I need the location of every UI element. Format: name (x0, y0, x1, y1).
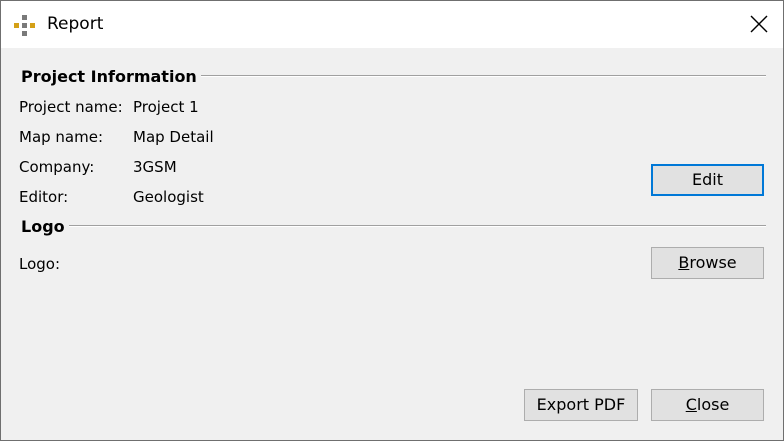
edit-button[interactable]: Edit (651, 164, 764, 196)
report-dialog: Report Project Information Project name:… (0, 0, 784, 441)
project-section-title: Project Information (21, 67, 201, 86)
project-name-label: Project name: (19, 98, 123, 116)
company-value: 3GSM (133, 158, 177, 176)
company-label: Company: (19, 158, 95, 176)
map-name-value: Map Detail (133, 128, 214, 146)
project-section-divider (196, 75, 766, 77)
export-pdf-button[interactable]: Export PDF (524, 389, 638, 421)
title-bar: Report (1, 1, 783, 48)
browse-button-label: rowse (689, 253, 737, 272)
close-button-label: lose (696, 395, 730, 414)
close-button[interactable]: Close (651, 389, 764, 421)
logo-label: Logo: (19, 255, 61, 273)
editor-label: Editor: (19, 188, 69, 206)
close-mnemonic: C (685, 395, 697, 414)
logo-section-title: Logo (21, 217, 69, 236)
window-title: Report (47, 14, 104, 34)
browse-mnemonic: B (678, 253, 690, 272)
browse-button[interactable]: Browse (651, 247, 764, 279)
close-icon[interactable] (745, 10, 773, 38)
project-name-value: Project 1 (133, 98, 199, 116)
export-pdf-button-label: Export PDF (536, 395, 626, 414)
editor-value: Geologist (133, 188, 204, 206)
app-logo-icon (14, 15, 35, 36)
edit-button-label: Edit (692, 170, 723, 189)
map-name-label: Map name: (19, 128, 104, 146)
logo-section-divider (67, 225, 766, 227)
